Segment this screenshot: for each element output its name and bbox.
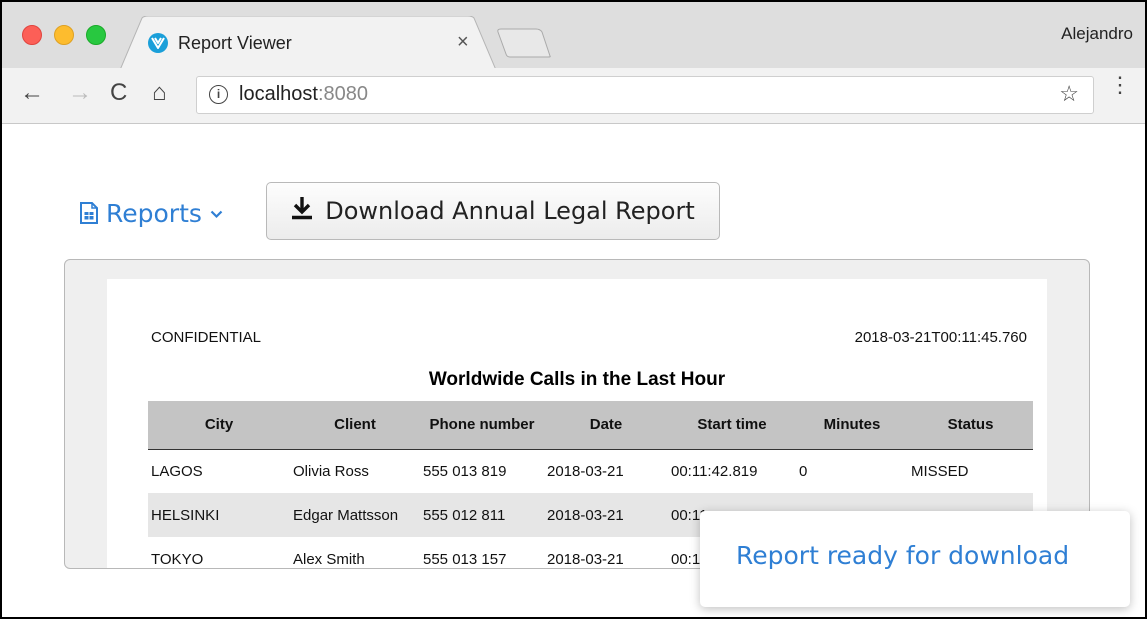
new-tab-button[interactable] bbox=[496, 28, 552, 63]
table-cell: Olivia Ross bbox=[293, 462, 369, 480]
tab-title: Report Viewer bbox=[178, 33, 292, 53]
column-header: City bbox=[148, 401, 290, 450]
column-header: Minutes bbox=[796, 401, 908, 450]
reports-dropdown[interactable]: Reports bbox=[80, 199, 223, 230]
table-cell: 555 013 819 bbox=[423, 462, 507, 480]
page-content: Reports Download Annual Legal Report CON… bbox=[2, 125, 1145, 617]
table-cell: 00:11:42.819 bbox=[671, 462, 758, 480]
address-bar[interactable]: i localhost:8080 ☆ bbox=[196, 76, 1094, 114]
chevron-down-icon bbox=[206, 207, 223, 223]
table-header-row: City Client Phone number Date Start time… bbox=[148, 401, 1033, 450]
confidential-label: CONFIDENTIAL bbox=[151, 329, 262, 346]
download-annual-legal-report-button[interactable]: Download Annual Legal Report bbox=[266, 182, 720, 240]
table-cell: 2018-03-21 bbox=[547, 462, 624, 480]
browser-menu-icon[interactable]: ⋮ bbox=[1109, 74, 1131, 96]
table-cell: Alex Smith bbox=[293, 550, 365, 568]
column-header: Start time bbox=[668, 401, 796, 450]
table-cell: MISSED bbox=[911, 462, 969, 480]
table-cell: 555 012 811 bbox=[420, 493, 544, 537]
download-icon bbox=[291, 196, 313, 226]
bookmark-star-icon[interactable]: ☆ bbox=[1059, 81, 1079, 107]
url-text: localhost:8080 bbox=[239, 83, 368, 106]
reports-label: Reports bbox=[106, 199, 202, 228]
close-window-button[interactable] bbox=[22, 25, 42, 45]
url-port: :8080 bbox=[317, 83, 368, 105]
table-cell: TOKYO bbox=[151, 550, 204, 568]
column-header: Phone number bbox=[420, 401, 544, 450]
tab-report-viewer[interactable]: Report Viewer × bbox=[120, 16, 496, 70]
toast-message: Report ready for download bbox=[736, 541, 1070, 570]
column-header: Status bbox=[908, 401, 1033, 450]
report-title: Worldwide Calls in the Last Hour bbox=[428, 369, 726, 390]
table-cell: 2018-03-21 bbox=[544, 493, 668, 537]
report-timestamp: 2018-03-21T00:11:45.760 bbox=[854, 329, 1027, 346]
url-host: localhost bbox=[239, 83, 318, 105]
table-cell: 0 bbox=[799, 462, 808, 480]
download-button-label: Download Annual Legal Report bbox=[325, 197, 695, 225]
info-icon[interactable]: i bbox=[209, 85, 228, 104]
tab-close-icon[interactable]: × bbox=[457, 31, 469, 54]
forward-icon[interactable]: → bbox=[68, 79, 92, 107]
spreadsheet-doc-icon bbox=[80, 201, 98, 230]
home-icon[interactable]: ⌂ bbox=[152, 79, 167, 107]
table-cell: 555 013 157 bbox=[423, 550, 507, 568]
table-cell: LAGOS bbox=[151, 462, 203, 480]
column-header: Date bbox=[544, 401, 668, 450]
column-header: Client bbox=[290, 401, 420, 450]
browser-window: Report Viewer × Alejandro ← → C ⌂ i loca… bbox=[0, 0, 1147, 619]
back-icon[interactable]: ← bbox=[20, 79, 44, 107]
reload-icon[interactable]: C bbox=[110, 79, 127, 107]
download-ready-toast[interactable]: Report ready for download bbox=[700, 511, 1130, 607]
table-cell: Edgar Mattsson bbox=[290, 493, 420, 537]
table-cell: HELSINKI bbox=[148, 493, 290, 537]
profile-name[interactable]: Alejandro bbox=[1061, 24, 1133, 44]
minimize-window-button[interactable] bbox=[54, 25, 74, 45]
tab-strip: Report Viewer × Alejandro bbox=[2, 2, 1145, 70]
table-row: LAGOS Olivia Ross 555 013 819 2018-03-21… bbox=[148, 449, 1033, 493]
browser-toolbar: ← → C ⌂ i localhost:8080 ☆ ⋮ bbox=[2, 68, 1145, 124]
favicon-icon bbox=[148, 33, 168, 53]
maximize-window-button[interactable] bbox=[86, 25, 106, 45]
table-cell: 2018-03-21 bbox=[547, 550, 624, 568]
